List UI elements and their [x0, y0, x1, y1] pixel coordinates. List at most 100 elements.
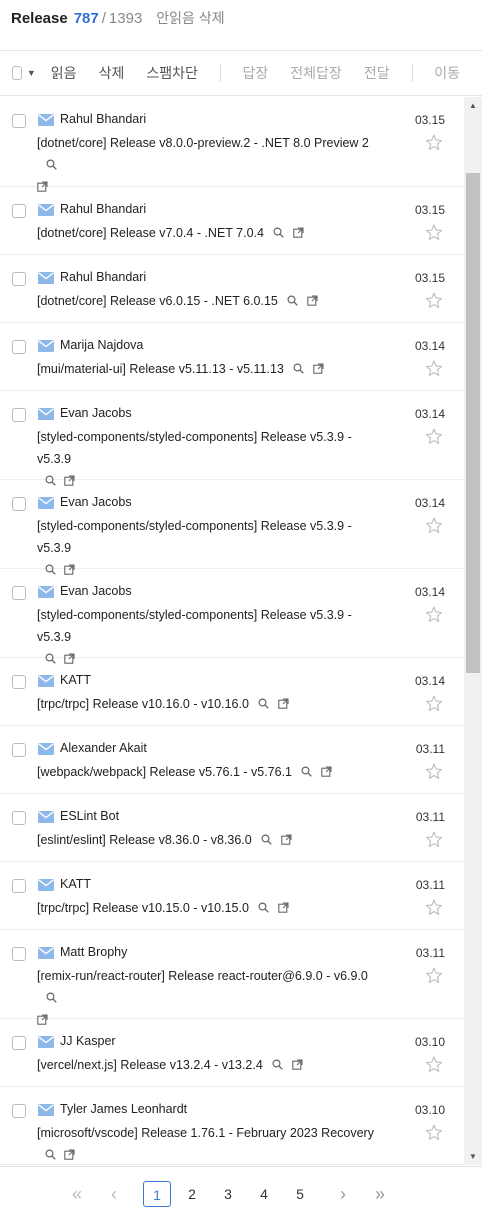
external-link-icon[interactable] [64, 1145, 75, 1165]
scroll-down-icon[interactable]: ▼ [469, 1152, 477, 1161]
search-icon[interactable] [45, 1145, 56, 1165]
forward-button[interactable]: 전달 [364, 63, 390, 83]
search-icon[interactable] [46, 155, 57, 177]
next-page-button[interactable]: › [333, 1181, 353, 1207]
search-icon[interactable] [258, 694, 269, 716]
mail-subject[interactable]: [eslint/eslint] Release v8.36.0 - v8.36.… [37, 829, 387, 852]
mail-subject-text: [mui/material-ui] Release v5.11.13 - v5.… [37, 362, 284, 376]
scroll-up-icon[interactable]: ▲ [469, 101, 477, 110]
mail-item[interactable]: Evan Jacobs 03.14 [styled-components/style… [0, 569, 482, 664]
mail-item[interactable]: Rahul Bhandari 03.15 [dotnet/core] Release… [0, 187, 482, 255]
search-icon[interactable] [287, 291, 298, 313]
reply-button[interactable]: 답장 [243, 63, 269, 83]
mail-item[interactable]: Rahul Bhandari 03.15 [dotnet/core] Release… [0, 255, 482, 323]
mail-checkbox[interactable] [12, 1036, 26, 1050]
mail-item[interactable]: JJ Kasper 03.10 [vercel/next.js] Release v… [0, 1019, 482, 1087]
mail-item[interactable]: Tyler James Leonhardt 03.10 [microsoft/vsc… [0, 1087, 482, 1165]
star-icon[interactable] [425, 360, 443, 382]
mail-checkbox[interactable] [12, 408, 26, 422]
last-page-button[interactable]: » [369, 1181, 391, 1207]
star-icon[interactable] [425, 292, 443, 314]
mail-sender: Rahul Bhandari [60, 112, 147, 126]
mail-checkbox[interactable] [12, 675, 26, 689]
search-icon[interactable] [272, 1055, 283, 1077]
external-link-icon[interactable] [278, 898, 289, 920]
mail-subject[interactable]: [webpack/webpack] Release v5.76.1 - v5.7… [37, 761, 387, 784]
star-icon[interactable] [425, 763, 443, 785]
search-icon[interactable] [293, 359, 304, 381]
page-4-button[interactable]: 4 [254, 1181, 274, 1207]
search-icon[interactable] [273, 223, 284, 245]
mail-checkbox[interactable] [12, 204, 26, 218]
mail-subject[interactable]: [trpc/trpc] Release v10.15.0 - v10.15.0 [37, 897, 387, 920]
mail-item[interactable]: Marija Najdova 03.14 [mui/material-ui] Rel… [0, 323, 482, 391]
star-icon[interactable] [425, 899, 443, 921]
first-page-button[interactable]: « [66, 1181, 88, 1207]
scrollbar[interactable]: ▲ ▼ [464, 97, 482, 1165]
mail-item[interactable]: Alexander Akait 03.11 [webpack/webpack] Re… [0, 726, 482, 794]
star-icon[interactable] [425, 695, 443, 717]
envelope-icon [38, 496, 54, 514]
external-link-icon[interactable] [280, 830, 292, 852]
read-button[interactable]: 읽음 [51, 63, 77, 83]
mail-checkbox[interactable] [12, 114, 26, 128]
mail-checkbox[interactable] [12, 272, 26, 286]
search-icon[interactable] [261, 830, 272, 852]
mail-subject[interactable]: [mui/material-ui] Release v5.11.13 - v5.… [37, 358, 387, 381]
star-icon[interactable] [425, 606, 443, 628]
mail-checkbox[interactable] [12, 811, 26, 825]
search-icon[interactable] [46, 988, 57, 1010]
mail-subject[interactable]: [vercel/next.js] Release v13.2.4 - v13.2… [37, 1054, 387, 1077]
chevron-down-icon[interactable]: ▼ [27, 68, 36, 78]
mail-item[interactable]: Matt Brophy 03.11 [remix-run/react-router]… [0, 930, 482, 1026]
mail-item[interactable]: Rahul Bhandari 03.15 [dotnet/core] Release… [0, 97, 482, 193]
star-icon[interactable] [425, 1124, 443, 1146]
delete-unread-button[interactable]: 안읽음 삭제 [156, 8, 224, 28]
scrollbar-thumb[interactable] [466, 173, 480, 673]
reply-all-button[interactable]: 전체답장 [290, 63, 342, 83]
mail-sender: ESLint Bot [60, 809, 120, 823]
mail-checkbox[interactable] [12, 743, 26, 757]
star-icon[interactable] [425, 831, 443, 853]
mail-sender: Evan Jacobs [60, 495, 132, 509]
external-link-icon[interactable] [307, 291, 318, 313]
page-2-button[interactable]: 2 [182, 1181, 202, 1207]
star-icon[interactable] [425, 517, 443, 539]
star-icon[interactable] [425, 1056, 443, 1078]
mail-subject[interactable]: [dotnet/core] Release v7.0.4 - .NET 7.0.… [37, 222, 387, 245]
mail-subject[interactable]: [dotnet/core] Release v6.0.15 - .NET 6.0… [37, 290, 387, 313]
mail-item[interactable]: KATT 03.14 [trpc/trpc] Release v10.16.0 - … [0, 658, 482, 726]
mail-checkbox[interactable] [12, 586, 26, 600]
mail-checkbox[interactable] [12, 879, 26, 893]
star-icon[interactable] [425, 224, 443, 246]
star-icon[interactable] [425, 967, 443, 989]
external-link-icon[interactable] [292, 1055, 303, 1077]
prev-page-button[interactable]: ‹ [104, 1181, 124, 1207]
select-all-checkbox[interactable] [12, 66, 22, 80]
page-3-button[interactable]: 3 [218, 1181, 238, 1207]
page-5-button[interactable]: 5 [290, 1181, 310, 1207]
mail-subject[interactable]: [trpc/trpc] Release v10.16.0 - v10.16.0 [37, 693, 387, 716]
envelope-icon [38, 810, 54, 828]
mail-subject[interactable]: [microsoft/vscode] Release 1.76.1 - Febr… [37, 1122, 387, 1165]
mail-checkbox[interactable] [12, 1104, 26, 1118]
mail-item[interactable]: KATT 03.11 [trpc/trpc] Release v10.15.0 - … [0, 862, 482, 930]
page-1-button[interactable]: 1 [143, 1181, 171, 1207]
move-button[interactable]: 이동 [434, 63, 460, 83]
search-icon[interactable] [301, 762, 312, 784]
mail-item[interactable]: ESLint Bot 03.11 [eslint/eslint] Release v… [0, 794, 482, 862]
external-link-icon[interactable] [293, 223, 304, 245]
external-link-icon[interactable] [278, 694, 289, 716]
block-spam-button[interactable]: 스팸차단 [146, 63, 198, 83]
external-link-icon[interactable] [321, 762, 332, 784]
star-icon[interactable] [425, 428, 443, 450]
star-icon[interactable] [425, 134, 443, 156]
mail-item[interactable]: Evan Jacobs 03.14 [styled-components/style… [0, 480, 482, 575]
external-link-icon[interactable] [313, 359, 324, 381]
mail-item[interactable]: Evan Jacobs 03.14 [styled-components/style… [0, 391, 482, 486]
search-icon[interactable] [258, 898, 269, 920]
delete-button[interactable]: 삭제 [99, 63, 125, 83]
mail-checkbox[interactable] [12, 340, 26, 354]
mail-checkbox[interactable] [12, 497, 26, 511]
mail-checkbox[interactable] [12, 947, 26, 961]
